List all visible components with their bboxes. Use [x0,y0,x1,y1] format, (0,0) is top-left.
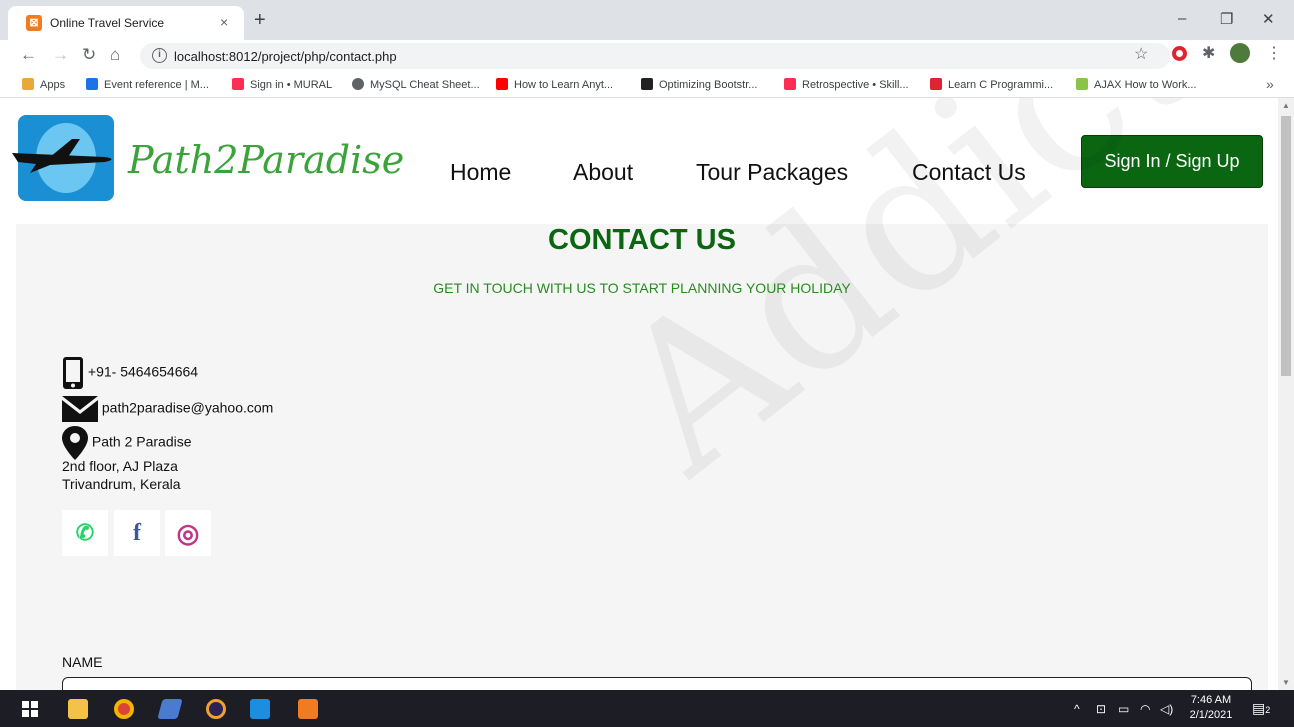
opera-extension-icon[interactable] [1172,46,1187,61]
extensions-puzzle-icon[interactable]: ✱ [1202,43,1215,63]
phone-icon [63,357,83,389]
scroll-thumb[interactable] [1281,116,1291,376]
url-text[interactable]: localhost:8012/project/php/contact.php [174,49,397,64]
sign-in-sign-up-button[interactable]: Sign In / Sign Up [1081,135,1263,188]
tab-close-icon[interactable]: × [220,14,228,30]
back-arrow-icon[interactable]: ← [20,45,37,65]
notification-center-icon[interactable]: ▤2 [1252,700,1270,717]
email-address: path2paradise@yahoo.com [101,399,274,416]
address-bar[interactable]: i localhost:8012/project/php/contact.php [140,43,1170,69]
clock-date: 2/1/2021 [1189,709,1233,721]
logo-icon[interactable] [12,115,114,201]
forward-arrow-icon[interactable]: → [52,45,69,65]
chrome-icon[interactable] [114,699,134,719]
web-page: Path2Paradise Home About Tour Packages C… [0,98,1278,690]
browser-tab-strip: ⊠ Online Travel Service × + – ❐ ✕ [0,0,1294,40]
minimize-button[interactable]: – [1178,10,1186,27]
scroll-up-arrow-icon[interactable]: ▲ [1282,101,1290,110]
youtube-icon [496,78,508,90]
vscode-icon[interactable] [250,699,270,719]
new-tab-button[interactable]: + [254,10,266,30]
bookmark-item[interactable]: Event reference | M... [86,78,209,91]
tray-app-icon[interactable]: ⊡ [1096,702,1106,716]
nav-about[interactable]: About [573,159,633,186]
site-info-icon[interactable]: i [152,48,167,63]
bookmark-favicon-icon [641,78,653,90]
xampp-favicon-icon: ⊠ [26,15,42,31]
whatsapp-icon: ✆ [75,520,95,545]
apps-grid-icon [22,78,34,90]
bookmark-item[interactable]: AJAX How to Work... [1076,78,1197,91]
name-label: NAME [62,654,103,670]
instagram-button[interactable]: ◎ [165,510,211,556]
address-line: 2nd floor, AJ Plaza [62,458,178,474]
restore-button[interactable]: ❐ [1220,10,1233,28]
facebook-button[interactable]: f [114,510,160,556]
bookmark-favicon-icon [352,78,364,90]
windows-start-icon[interactable] [22,701,38,717]
whatsapp-button[interactable]: ✆ [62,510,108,556]
envelope-icon [62,396,98,422]
tab-title: Online Travel Service [50,16,165,30]
nav-contact-us[interactable]: Contact Us [912,159,1026,186]
phone-number: +91- 5464654664 [87,363,199,380]
site-header: Path2Paradise Home About Tour Packages C… [0,98,1278,224]
browser-toolbar: ← → ↻ ⌂ i localhost:8012/project/php/con… [0,40,1294,72]
phone-row: +91- 5464654664 [62,356,198,390]
browser-menu-icon[interactable]: ⋮ [1266,43,1282,63]
page-scrollbar[interactable]: ▲ ▼ [1278,98,1294,690]
address-line: Trivandrum, Kerala [62,476,181,492]
bookmark-apps[interactable]: Apps [22,78,65,91]
bookmark-item[interactable]: Sign in • MURAL [232,78,332,91]
eclipse-icon[interactable] [206,699,226,719]
xampp-icon[interactable] [298,699,318,719]
app-icon[interactable] [157,699,183,719]
bookmark-star-icon[interactable]: ☆ [1134,44,1148,64]
system-clock[interactable]: 7:46 AM 2/1/2021 [1186,693,1236,723]
bookmark-favicon-icon [1076,78,1088,90]
tray-chevron-icon[interactable]: ^ [1074,702,1080,716]
battery-icon[interactable]: ▭ [1118,702,1129,716]
file-explorer-icon[interactable] [68,699,88,719]
instagram-icon: ◎ [176,518,200,548]
map-pin-icon [62,426,88,460]
name-input[interactable] [62,677,1252,690]
bookmark-item[interactable]: Learn C Programmi... [930,78,1053,91]
nav-tour-packages[interactable]: Tour Packages [696,159,848,186]
bookmark-item[interactable]: MySQL Cheat Sheet... [352,78,480,91]
scroll-down-arrow-icon[interactable]: ▼ [1282,678,1290,687]
windows-taskbar: ^ ⊡ ▭ ◠ ◁) 7:46 AM 2/1/2021 ▤2 [0,690,1294,727]
more-bookmarks-icon[interactable]: » [1266,76,1274,92]
facebook-icon: f [133,520,141,546]
browser-tab[interactable]: ⊠ Online Travel Service × [8,6,244,40]
notification-count: 2 [1265,705,1271,715]
home-icon[interactable]: ⌂ [110,45,120,65]
bookmark-item[interactable]: How to Learn Anyt... [496,78,613,91]
page-subtitle: GET IN TOUCH WITH US TO START PLANNING Y… [433,280,851,296]
address-name: Path 2 Paradise [91,433,192,450]
clock-time: 7:46 AM [1190,694,1232,706]
bookmark-item[interactable]: Optimizing Bootstr... [641,78,757,91]
reload-icon[interactable]: ↻ [82,45,96,65]
profile-avatar[interactable] [1230,43,1250,63]
volume-icon[interactable]: ◁) [1160,702,1173,716]
bookmark-favicon-icon [86,78,98,90]
contact-section: Addict CONTACT US GET IN TOUCH WITH US T… [16,98,1268,690]
close-window-button[interactable]: ✕ [1262,10,1275,28]
bookmark-favicon-icon [784,78,796,90]
address-row: Path 2 Paradise [62,426,192,460]
wifi-icon[interactable]: ◠ [1140,702,1150,716]
bookmark-favicon-icon [232,78,244,90]
email-row: path2paradise@yahoo.com [62,396,273,422]
bookmark-favicon-icon [930,78,942,90]
page-title: CONTACT US [548,224,736,256]
airplane-icon [12,139,112,173]
nav-home[interactable]: Home [450,159,511,186]
bookmark-item[interactable]: Retrospective • Skill... [784,78,909,91]
bookmarks-bar: Apps Event reference | M... Sign in • MU… [0,72,1294,98]
logo-text[interactable]: Path2Paradise [128,138,404,182]
